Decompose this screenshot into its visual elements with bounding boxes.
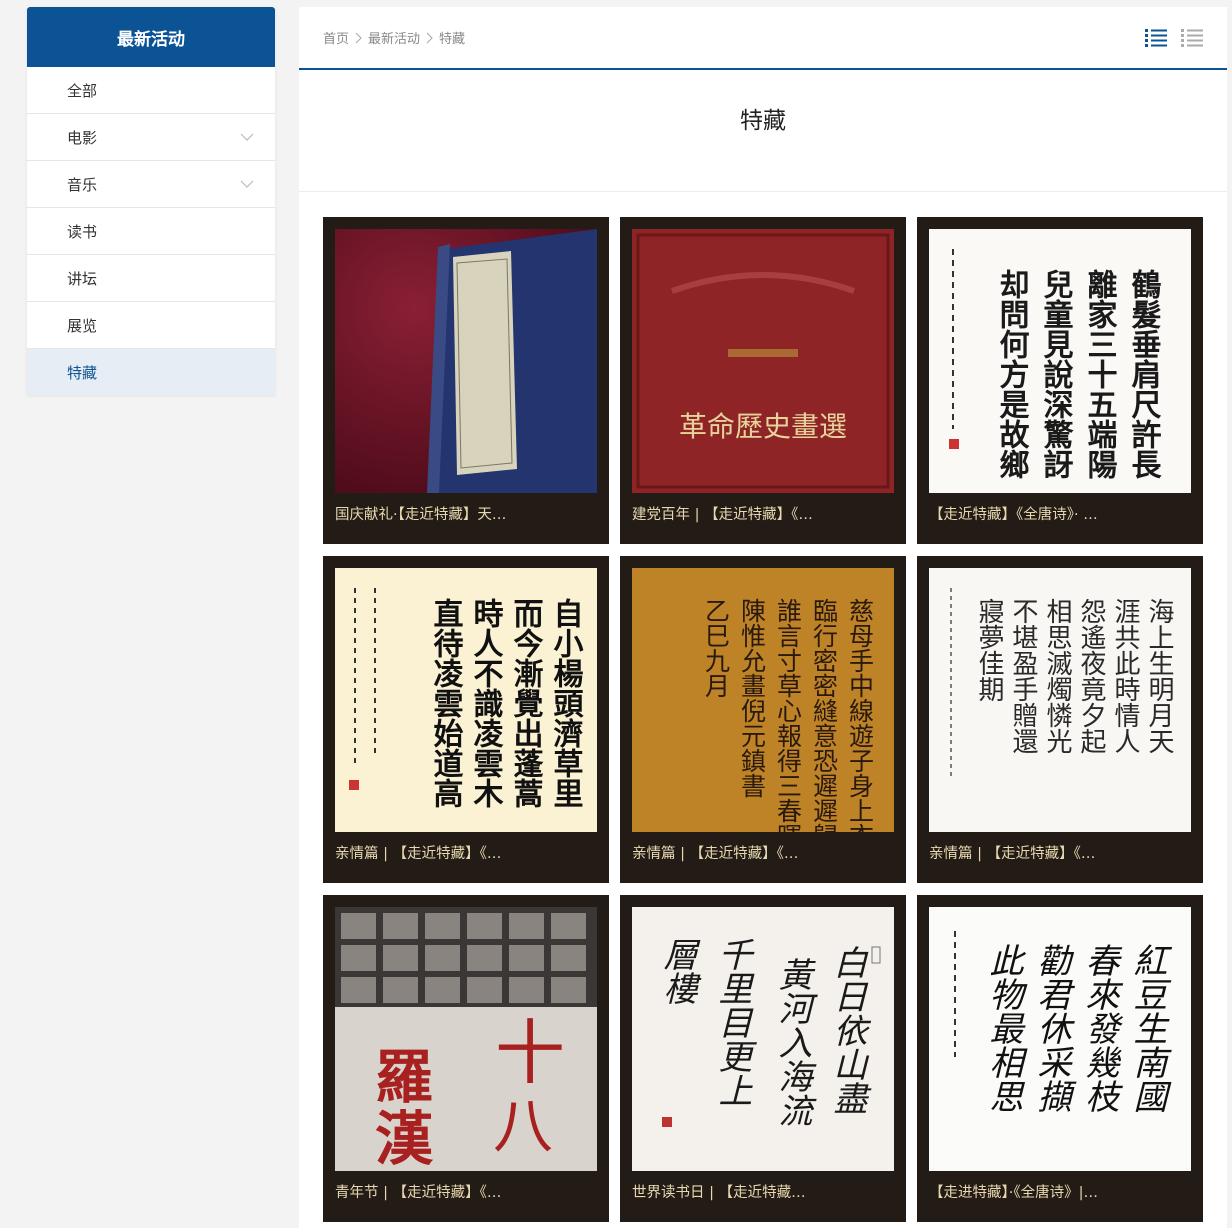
collection-card[interactable]: 慈母手中線遊子身上衣 臨行密密縫意恐遲遲歸 誰言寸草心報得三春暉 陳惟允畫倪元鎮… [620,556,906,883]
poster-title-text: 十 [495,1012,565,1094]
calligraphy-text: 千里目更上 [712,937,752,1107]
chevron-down-icon[interactable] [239,129,255,145]
sidebar-item-special-collection[interactable]: 特藏 [27,349,275,395]
card-caption[interactable]: 亲情篇 | 【走近特藏】《… [632,842,894,863]
calligraphy-text: 春來發幾枝 [1079,943,1119,1113]
collection-card[interactable]: 紅豆生南國 春來發幾枝 勸君休采擷 此物最相思 【走进特藏】·《全唐诗》|… [917,895,1203,1222]
calligraphy-text: 自小楊頭濟草里 [548,598,584,808]
card-caption[interactable]: 【走近特藏】《全唐诗》· … [929,503,1191,524]
calligraphy-text: 臨行密密縫意恐遲遲歸 [810,598,839,832]
collection-grid: 国庆献礼·【走近特藏】天… 革命歷史畫選 建党百年 | 【走近特藏】《… 鶴髮垂… [323,217,1203,1222]
chevron-down-icon[interactable] [239,176,255,192]
card-thumbnail[interactable]: 鶴髮垂肩尺許長 離家三十五端陽 兒童見說深驚訝 却問何方是故鄉 [929,229,1191,493]
sidebar-item-label: 特藏 [67,363,98,382]
calligraphy-text: 兒童見說深驚訝 [1038,269,1074,479]
card-caption[interactable]: 亲情篇 | 【走近特藏】《… [335,842,597,863]
sidebar-item-label: 读书 [67,222,98,241]
topbar: 首页 最新活动 特藏 [299,7,1227,70]
sidebar-item-label: 电影 [67,128,98,147]
calligraphy-text: 陳惟允畫倪元鎮書 [738,598,767,798]
cover-title-text: 革命歷史畫選 [679,410,847,443]
collection-card[interactable]: 海上生明月天 涯共此時情人 怨遙夜竟夕起 相思滅燭憐光 不堪盈手贈還 寢夢佳期 … [917,556,1203,883]
calligraphy-text: 勸君休采擷 [1031,943,1071,1113]
calligraphy-text: 涯共此時情人 [1110,598,1140,754]
sidebar-item-label: 展览 [67,316,98,335]
card-thumbnail[interactable]: 海上生明月天 涯共此時情人 怨遙夜竟夕起 相思滅燭憐光 不堪盈手贈還 寢夢佳期 [929,568,1191,832]
calligraphy-text: 直待凌雲始道高 [428,598,464,808]
list-view-icon[interactable] [1181,28,1203,48]
calligraphy-text: 乙巳九月 [702,598,731,698]
card-caption[interactable]: 世界读书日 | 【走近特藏… [632,1181,894,1202]
page-title-area: 特藏 [299,70,1227,192]
calligraphy-text: 鶴髮垂肩尺許長 [1126,269,1162,480]
card-caption[interactable]: 青年节 | 【走近特藏】《… [335,1181,597,1202]
card-thumbnail[interactable]: 慈母手中線遊子身上衣 臨行密密縫意恐遲遲歸 誰言寸草心報得三春暉 陳惟允畫倪元鎮… [632,568,894,832]
calligraphy-text: 白日依山盡 [827,945,867,1115]
calligraphy-text: 黃河入海流 [772,957,812,1127]
calligraphy-text: 離家三十五端陽 [1082,268,1118,479]
calligraphy-text: 此物最相思 [983,943,1023,1113]
page-title: 特藏 [740,107,786,134]
calligraphy-text: 寢夢佳期 [974,598,1004,702]
card-caption[interactable]: 建党百年 | 【走近特藏】《… [632,503,894,524]
poster-title-text: 漢 [375,1105,434,1171]
main-panel: 首页 最新活动 特藏 特藏 国庆献礼·【走近特藏】天… 革命歷史畫選 建党百年 … [299,7,1227,1228]
breadcrumb: 首页 最新活动 特藏 [323,28,465,47]
sidebar-item-exhibition[interactable]: 展览 [27,302,275,349]
sidebar-item-label: 全部 [67,81,98,100]
calligraphy-text: 層樓 [657,937,697,1005]
card-caption[interactable]: 【走进特藏】·《全唐诗》|… [929,1181,1191,1202]
chevron-right-icon [355,32,362,44]
card-thumbnail[interactable] [335,229,597,493]
chevron-right-icon [426,32,433,44]
card-caption[interactable]: 国庆献礼·【走近特藏】天… [335,503,597,524]
breadcrumb-activities[interactable]: 最新活动 [368,28,420,47]
sidebar-item-label: 讲坛 [67,269,98,288]
sidebar-item-movie[interactable]: 电影 [27,114,275,161]
sidebar-item-lecture[interactable]: 讲坛 [27,255,275,302]
poster-title-text: 八 [493,1092,553,1162]
sidebar-item-reading[interactable]: 读书 [27,208,275,255]
card-thumbnail[interactable]: 紅豆生南國 春來發幾枝 勸君休采擷 此物最相思 [929,907,1191,1171]
calligraphy-text: 而今漸覺出蓬蒿 [508,598,544,808]
collection-card[interactable]: 革命歷史畫選 建党百年 | 【走近特藏】《… [620,217,906,544]
sidebar-item-label: 音乐 [67,175,98,194]
calligraphy-text: 慈母手中線遊子身上衣 [846,598,875,832]
view-toggles [1145,28,1203,48]
collection-card[interactable]: 自小楊頭濟草里 而今漸覺出蓬蒿 時人不識凌雲木 直待凌雲始道高 亲情篇 | 【走… [323,556,609,883]
calligraphy-text: 相思滅燭憐光 [1042,598,1072,754]
collection-card[interactable]: 鶴髮垂肩尺許長 離家三十五端陽 兒童見說深驚訝 却問何方是故鄉 【走近特藏】《全… [917,217,1203,544]
calligraphy-text: 時人不識凌雲木 [468,598,505,808]
card-thumbnail[interactable]: 革命歷史畫選 [632,229,894,493]
sidebar: 最新活动 全部 电影 音乐 读书 讲坛 展览 特藏 [27,7,275,395]
card-thumbnail[interactable]: 白日依山盡 黃河入海流 千里目更上 層樓 [632,907,894,1171]
calligraphy-text: 紅豆生南國 [1127,943,1167,1113]
collection-card[interactable]: 国庆献礼·【走近特藏】天… [323,217,609,544]
card-caption[interactable]: 亲情篇 | 【走近特藏】《… [929,842,1191,863]
grid-list-view-icon[interactable] [1145,28,1167,48]
poster-title-text: 羅 [375,1043,433,1111]
collection-card[interactable]: 羅 漢 十 八 青年节 | 【走近特藏】《… [323,895,609,1222]
calligraphy-text: 怨遙夜竟夕起 [1076,598,1106,754]
calligraphy-text: 誰言寸草心報得三春暉 [774,598,803,832]
sidebar-item-all[interactable]: 全部 [27,67,275,114]
calligraphy-text: 海上生明月天 [1144,598,1174,754]
collection-card[interactable]: 白日依山盡 黃河入海流 千里目更上 層樓 世界读书日 | 【走近特藏… [620,895,906,1222]
card-thumbnail[interactable]: 自小楊頭濟草里 而今漸覺出蓬蒿 時人不識凌雲木 直待凌雲始道高 [335,568,597,832]
calligraphy-text: 却問何方是故鄉 [994,269,1030,479]
card-thumbnail[interactable]: 羅 漢 十 八 [335,907,597,1171]
breadcrumb-home[interactable]: 首页 [323,28,349,47]
breadcrumb-current: 特藏 [439,32,466,47]
calligraphy-text: 不堪盈手贈還 [1008,598,1038,754]
sidebar-title: 最新活动 [27,7,275,67]
sidebar-item-music[interactable]: 音乐 [27,161,275,208]
